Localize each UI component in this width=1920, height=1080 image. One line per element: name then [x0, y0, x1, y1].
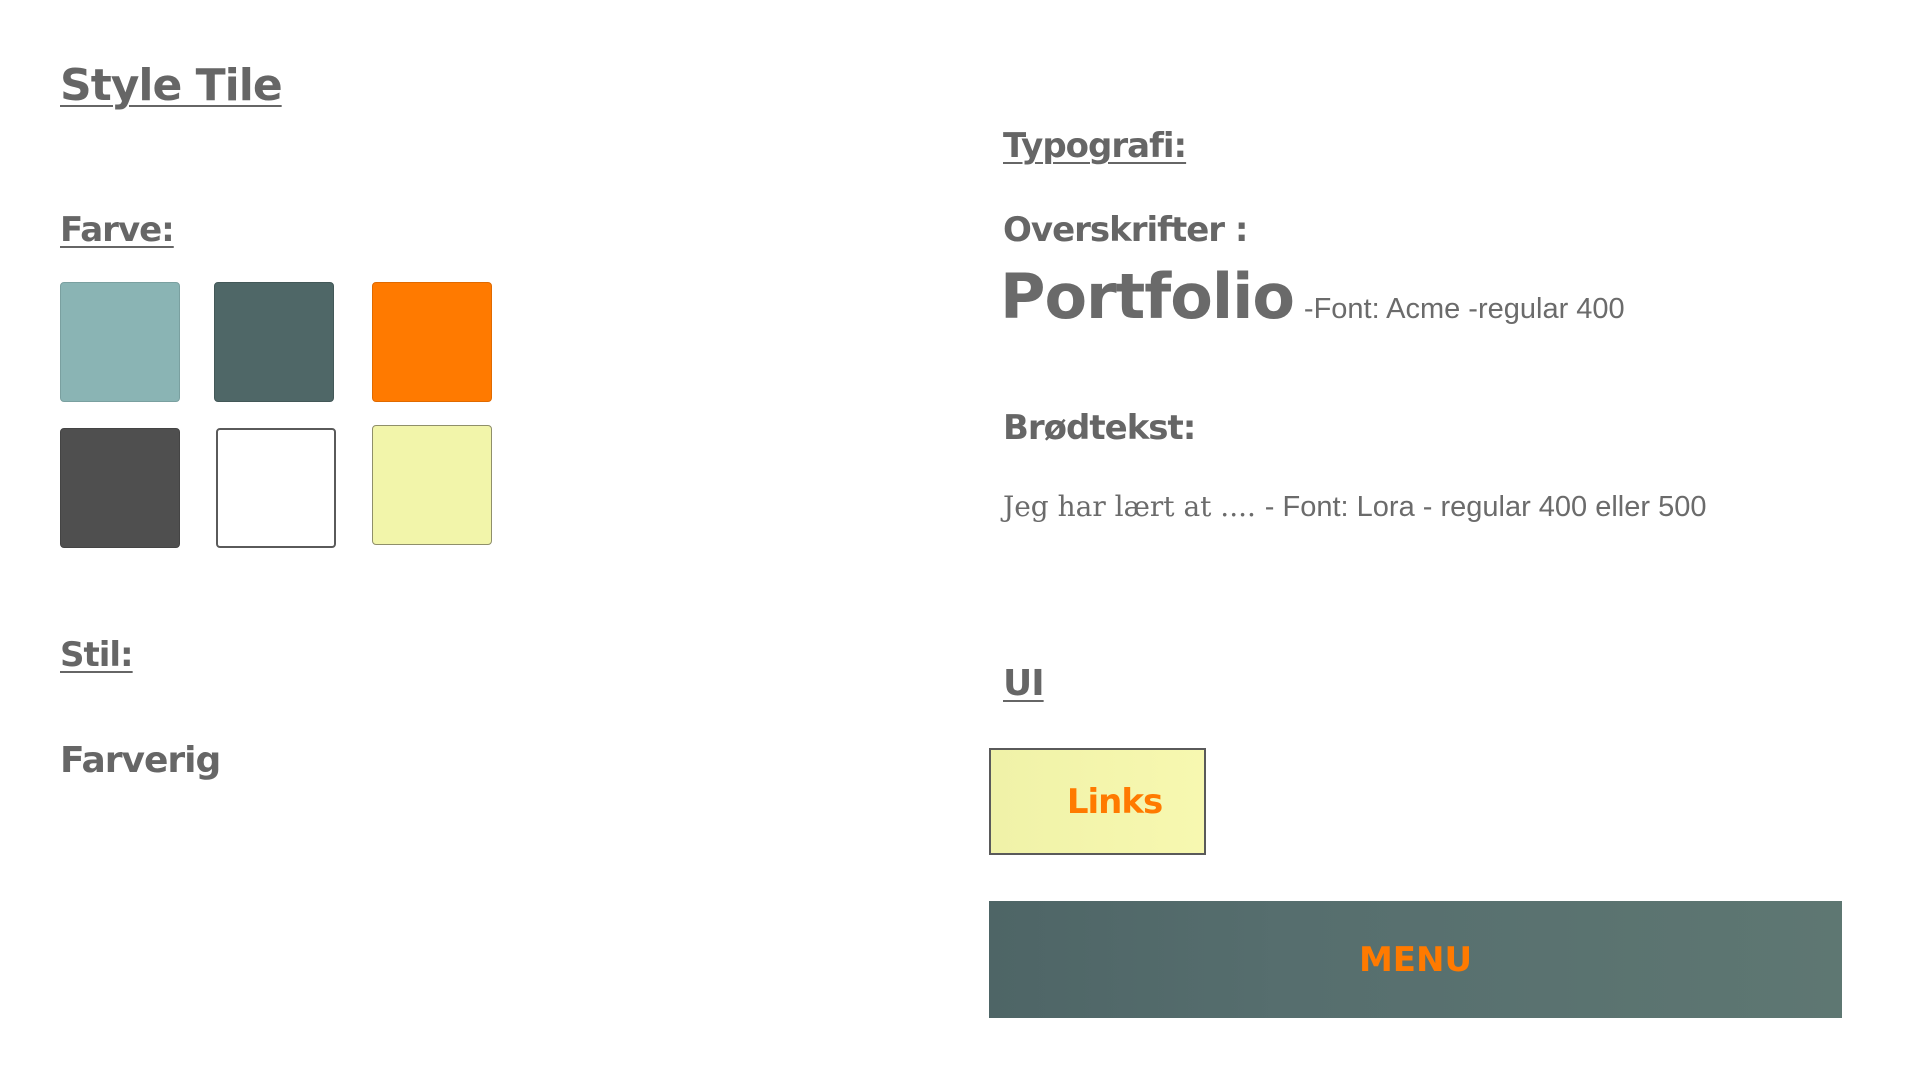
- body-text-label: Brødtekst:: [1003, 408, 1196, 448]
- page-title: Style Tile: [60, 60, 283, 111]
- menu-bar[interactable]: MENU: [989, 901, 1842, 1018]
- links-label: Links: [1066, 781, 1163, 822]
- style-value: Farverig: [60, 740, 221, 781]
- style-heading: Stil:: [60, 635, 134, 675]
- ui-heading: UI: [1003, 663, 1045, 704]
- body-font-sample: Jeg har lært at .... - Font: Lora - regu…: [1003, 490, 1706, 524]
- color-heading: Farve:: [60, 210, 175, 250]
- swatch-orange: [372, 282, 492, 402]
- swatch-pale-yellow: [372, 425, 492, 545]
- body-sample: Jeg har lært at ....: [1003, 490, 1265, 523]
- swatch-teal-dark: [214, 282, 334, 402]
- links-button[interactable]: Links: [989, 748, 1206, 855]
- swatch-charcoal: [60, 428, 180, 548]
- heading-font-sample: Portfolio -Font: Acme -regular 400: [1000, 260, 1625, 333]
- swatch-white: [216, 428, 336, 548]
- body-font-note: - Font: Lora - regular 400 eller 500: [1264, 491, 1707, 523]
- heading-font-note: -Font: Acme -regular 400: [1303, 293, 1625, 325]
- swatch-teal-light: [60, 282, 180, 402]
- menu-label: MENU: [1358, 939, 1473, 980]
- typography-heading: Typografi:: [1003, 126, 1187, 166]
- headings-label: Overskrifter :: [1003, 210, 1248, 250]
- portfolio-sample: Portfolio: [1000, 260, 1295, 333]
